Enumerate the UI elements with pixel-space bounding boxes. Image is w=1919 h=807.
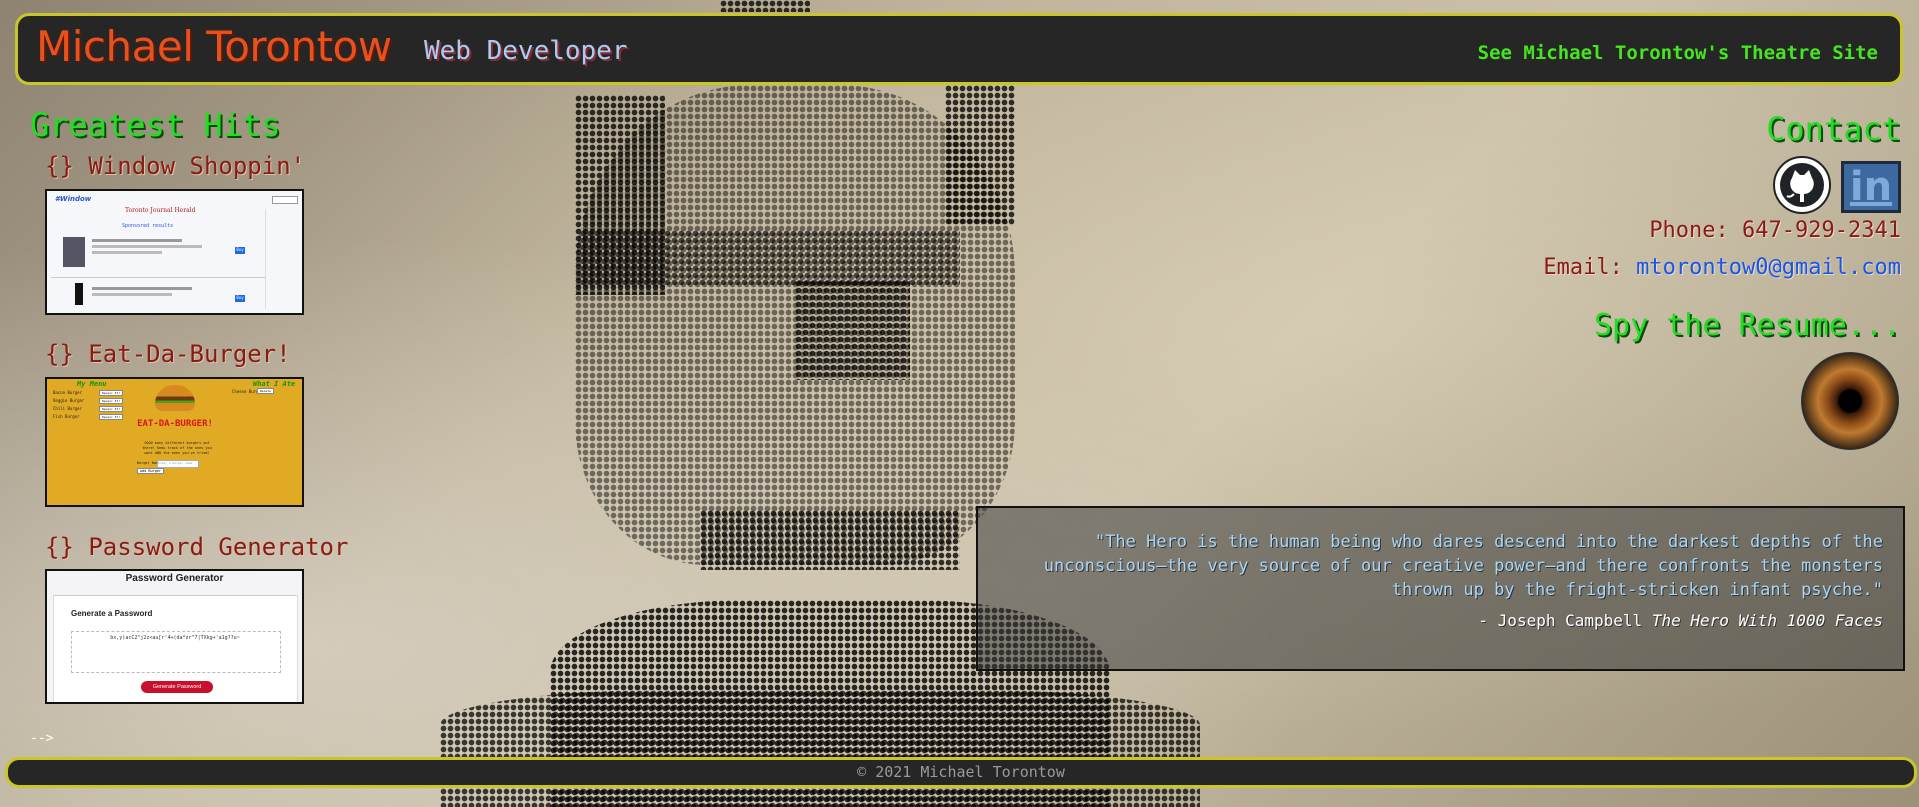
theatre-site-link[interactable]: See Michael Torontow's Theatre Site (1478, 42, 1878, 64)
github-icon (1780, 163, 1824, 207)
thumb-menu-list: Bacon Burger Veggie Burger Chili Burger … (53, 389, 84, 421)
thumb-sidebar (265, 209, 298, 309)
email-label: Email: (1543, 255, 1623, 280)
site-header: Michael Torontow Web Developer See Micha… (15, 13, 1903, 85)
quote-attribution: - Joseph Campbell The Hero With 1000 Fac… (1478, 611, 1883, 630)
thumb-brand: EAT-DA-BURGER! (137, 419, 213, 429)
quote-book-title: The Hero With 1000 Faces (1651, 611, 1883, 630)
thumb-text-line (92, 251, 162, 254)
thumb-menu-item: Bacon Burger (53, 390, 82, 395)
thumb-password: bx,y)acC2^j2z<au[r'4+(da*zr^7|TXkg+'a1g?… (110, 635, 240, 641)
thumb-text-line (92, 245, 202, 248)
resume-heading: Spy the Resume... (1593, 308, 1901, 343)
quote-text: "The Hero is the human being who dares d… (1043, 532, 1883, 600)
thumb-eaten-title: What I Ate (253, 380, 296, 388)
thumb-menu-title: My Menu (77, 380, 107, 388)
quote-box: "The Hero is the human being who dares d… (976, 506, 1905, 671)
thumb-text-line (92, 287, 192, 290)
thumb-subheading: Sponsored results (122, 223, 174, 229)
thumb-devour-button: Devour It! (99, 414, 124, 420)
project-title-eat-da-burger[interactable]: {} Eat-Da-Burger! (45, 340, 291, 368)
copyright-text: © 2021 Michael Torontow (857, 763, 1065, 781)
thumb-search-box (272, 196, 298, 204)
email-link[interactable]: mtorontow0@gmail.com (1636, 255, 1901, 280)
phone-number: 647-929-2341 (1742, 218, 1901, 243)
stray-comment-text: --> (30, 731, 54, 746)
thumb-devour-button: Devour It! (99, 406, 124, 412)
thumb-product-image (75, 283, 83, 305)
resume-eye-icon[interactable] (1801, 352, 1899, 450)
thumb-devour-button: Devour It! (99, 390, 124, 396)
thumb-add-button: Add Burger (137, 468, 165, 474)
project-thumbnail-window-shoppin[interactable]: #Window Toronto Journal Herald Sponsored… (45, 189, 304, 315)
thumb-blurb: SOOO many different burgers out there! K… (142, 441, 212, 455)
phone-line: Phone: 647-929-2341 (1649, 218, 1901, 243)
thumb-delete-button: Delete (257, 388, 274, 394)
contact-heading: Contact (1766, 110, 1901, 148)
thumb-text-line (92, 293, 172, 296)
thumb-divider (51, 277, 265, 278)
thumb-menu-item: Fish Burger (53, 414, 80, 419)
thumb-logo: #Window (55, 195, 92, 203)
project-thumbnail-password-generator[interactable]: Password Generator Generate a Password b… (45, 569, 304, 704)
greatest-hits-heading: Greatest Hits (30, 106, 281, 144)
thumb-card-title: Generate a Password (71, 609, 153, 618)
thumb-burger-input: Enter a burger name (157, 460, 199, 468)
thumb-divider (53, 595, 296, 596)
thumb-devour-button: Devour It! (99, 398, 124, 404)
thumb-menu-item: Chili Burger (53, 406, 82, 411)
portrait-background (400, 0, 1400, 807)
project-title-password-generator[interactable]: {} Password Generator (45, 533, 348, 561)
thumb-header: Password Generator (125, 573, 224, 584)
thumb-generate-button: Generate Password (141, 681, 213, 693)
burger-icon (155, 385, 195, 411)
thumb-devour-buttons: Devour It! Devour It! Devour It! Devour … (99, 389, 124, 421)
thumb-buy-button: Buy (235, 247, 245, 254)
site-footer: © 2021 Michael Torontow (5, 757, 1917, 788)
phone-label: Phone: (1649, 218, 1729, 243)
email-line: Email: mtorontow0@gmail.com (1543, 255, 1901, 280)
quote-author: - Joseph Campbell (1478, 611, 1643, 630)
thumb-heading: Toronto Journal Herald (125, 207, 196, 214)
linkedin-link[interactable]: in (1841, 161, 1901, 213)
thumb-buy-button: Buy (235, 295, 245, 302)
thumb-product-image (63, 237, 85, 267)
thumb-menu-item: Veggie Burger (53, 398, 85, 403)
github-link[interactable] (1773, 156, 1831, 214)
site-name: Michael Torontow (36, 22, 392, 71)
project-thumbnail-eat-da-burger[interactable]: My Menu What I Ate Bacon Burger Veggie B… (45, 377, 304, 507)
thumb-text-line (92, 239, 182, 242)
project-title-window-shoppin[interactable]: {} Window Shoppin' (45, 152, 305, 180)
site-tagline: Web Developer (424, 36, 628, 66)
